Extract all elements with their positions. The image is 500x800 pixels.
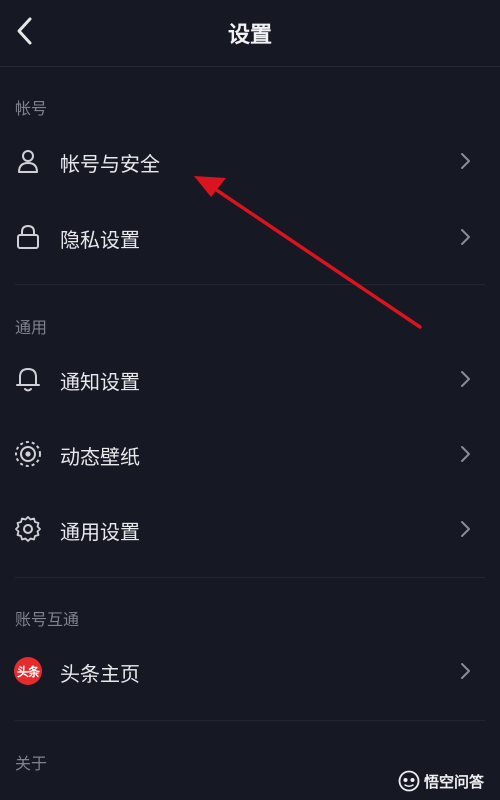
- section-divider: [15, 720, 485, 721]
- menu-item-privacy-settings[interactable]: 隐私设置: [0, 207, 500, 267]
- section-label-about: 关于: [15, 754, 48, 773]
- live-wallpaper-icon: [15, 441, 41, 467]
- menu-item-toutiao-homepage[interactable]: 头条 头条主页: [0, 641, 500, 701]
- wukong-logo-icon: [398, 770, 420, 792]
- chevron-right-icon: [461, 521, 470, 537]
- bell-icon: [16, 368, 40, 392]
- menu-item-live-wallpaper[interactable]: 动态壁纸: [0, 424, 500, 484]
- menu-item-label: 头条主页: [60, 662, 140, 686]
- chevron-right-icon: [461, 229, 470, 245]
- section-label-account-link: 账号互通: [15, 610, 80, 629]
- menu-item-account-security[interactable]: 帐号与安全: [0, 131, 500, 191]
- menu-item-label: 通知设置: [60, 370, 140, 394]
- lock-icon: [17, 224, 39, 249]
- chevron-right-icon: [461, 446, 470, 462]
- watermark-text: 悟空问答: [424, 772, 485, 791]
- menu-item-label: 隐私设置: [60, 228, 140, 252]
- toutiao-logo: 头条: [14, 657, 42, 685]
- page-title: 设置: [227, 23, 272, 48]
- menu-item-label: 通用设置: [60, 520, 140, 544]
- gear-icon: [15, 516, 41, 542]
- menu-item-label: 动态壁纸: [60, 445, 140, 469]
- watermark: 悟空问答: [398, 770, 484, 792]
- section-divider: [15, 577, 485, 578]
- user-icon: [18, 150, 38, 173]
- menu-item-label: 帐号与安全: [60, 152, 160, 176]
- chevron-right-icon: [461, 663, 470, 679]
- section-divider: [15, 284, 485, 285]
- chevron-right-icon: [461, 371, 470, 387]
- menu-item-notification-settings[interactable]: 通知设置: [0, 349, 500, 409]
- section-label-account: 帐号: [15, 99, 48, 118]
- chevron-right-icon: [461, 153, 470, 169]
- menu-item-general-settings[interactable]: 通用设置: [0, 499, 500, 559]
- top-bar: 设置: [0, 0, 500, 67]
- section-label-general: 通用: [15, 318, 48, 337]
